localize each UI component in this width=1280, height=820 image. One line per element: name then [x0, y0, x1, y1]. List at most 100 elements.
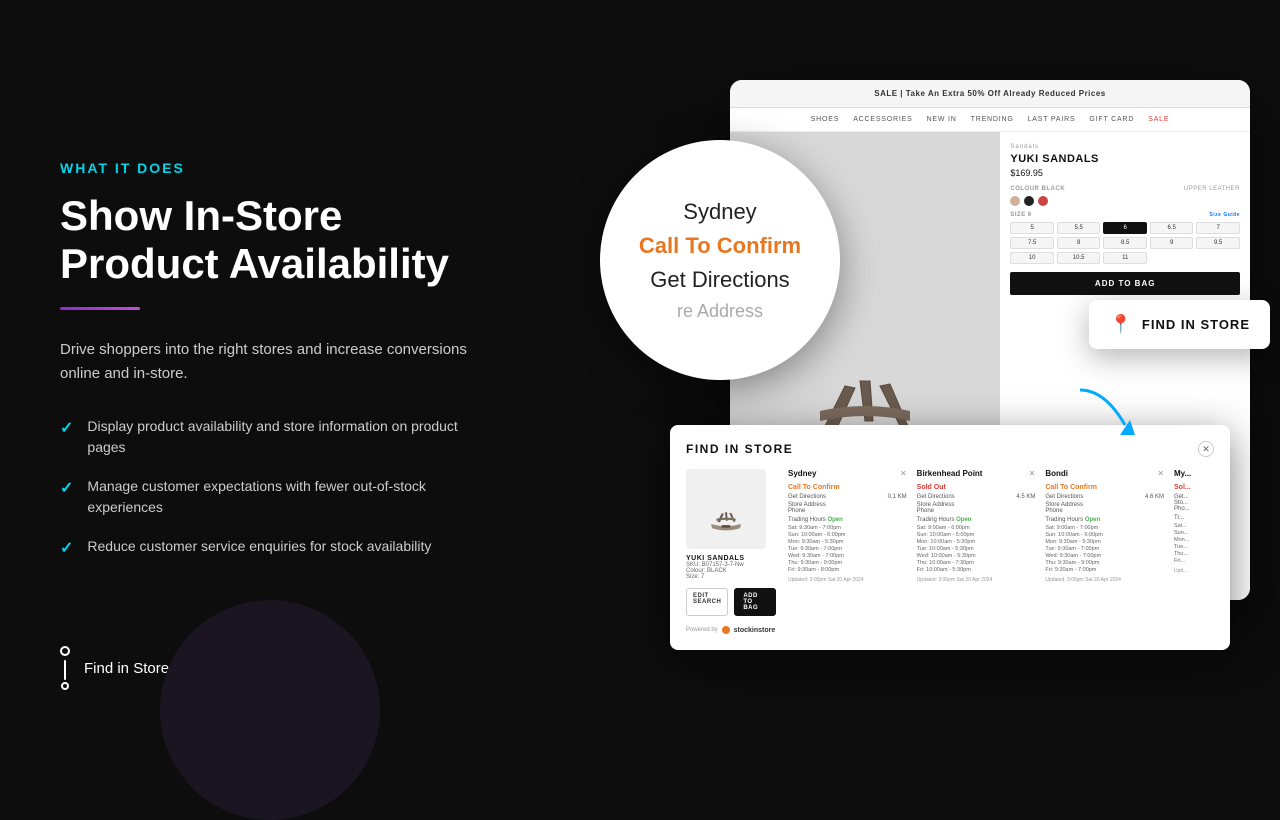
size-10[interactable]: 10 [1010, 252, 1054, 264]
store-hours-label: Trading Hours Open [1045, 517, 1164, 523]
store-header: Birkenhead Point ✕ [917, 469, 1036, 478]
store-remove-icon[interactable]: ✕ [1029, 469, 1036, 478]
store-directions-row: Get Directions 4.6 KM [1045, 494, 1164, 500]
store-hours-mon: Mon: 10:00am - 5:30pm [917, 539, 1036, 545]
find-in-store-card[interactable]: 📍 FIND IN STORE [1089, 300, 1270, 349]
color-dot-nude [1010, 196, 1020, 206]
nav-last-pairs: LAST PAIRS [1028, 116, 1076, 123]
brand-breadcrumb: Sandals [1010, 144, 1240, 150]
store-hours-label: Trading Hours Open [788, 517, 907, 523]
store-status: Sold Out [917, 484, 1036, 491]
left-panel: WHAT IT DOES Show In-Store Product Avail… [60, 160, 480, 579]
edit-search-button[interactable]: EDIT SEARCH [686, 588, 728, 616]
colour-row: COLOUR BLACK UPPER LEATHER [1010, 186, 1240, 192]
nav-new-in: NEW IN [927, 116, 957, 123]
add-to-bag-button[interactable]: ADD TO BAG [1010, 272, 1240, 295]
product-title: YUKI SANDALS [1010, 153, 1240, 165]
size-11[interactable]: 11 [1103, 252, 1147, 264]
store-open-status: Open [827, 517, 842, 523]
store-phone-label: Phone [788, 508, 907, 514]
store-phone-label: Phone [1045, 508, 1164, 514]
mockup-topbar: SALE | Take An Extra 50% Off Already Red… [730, 80, 1250, 108]
modal-product-size: Size: 7 [686, 574, 776, 580]
store-directions-link[interactable]: Get Directions [1045, 494, 1083, 500]
size-7-5[interactable]: 7.5 [1010, 237, 1054, 249]
store-hours-fri: Fri: 9:30am - 7:00pm [1045, 567, 1164, 573]
mockup-nav: SHOES ACCESSORIES NEW IN TRENDING LAST P… [730, 108, 1250, 132]
modal-close-button[interactable]: ✕ [1198, 441, 1214, 457]
store-hours-sun: Sun: 10:00am - 6:00pm [788, 532, 907, 538]
store-distance: 4.5 KM [1016, 494, 1035, 500]
modal-stores-row: YUKI SANDALS SKU: B07157-3-7-Nw Colour: … [686, 469, 1214, 616]
store-phone-label: Phone [917, 508, 1036, 514]
popup-directions: Get Directions [650, 267, 789, 293]
nav-shoes: SHOES [811, 116, 840, 123]
store-col-bondi: Bondi ✕ Call To Confirm Get Directions 4… [1045, 469, 1164, 616]
store-hours-mon: Mon: 9:30am - 5:30pm [788, 539, 907, 545]
decorative-line [60, 307, 140, 310]
store-hours-sat: Sat: 9:00am - 7:00pm [1045, 525, 1164, 531]
store-status: Call To Confirm [1045, 484, 1164, 491]
heading-line2: Product Availability [60, 240, 449, 287]
nav-sale: SALE [1148, 116, 1169, 123]
store-status: Call To Confirm [788, 484, 907, 491]
modal-add-to-bag-button[interactable]: ADD TO BAG [734, 588, 776, 616]
list-item: ✓ Reduce customer service enquiries for … [60, 536, 480, 561]
modal-action-buttons: EDIT SEARCH ADD TO BAG [686, 588, 776, 616]
store-hours-thu: Thu: 9:30am - 9:00pm [1045, 560, 1164, 566]
checklist-item-text: Display product availability and store i… [87, 416, 480, 458]
feature-checklist: ✓ Display product availability and store… [60, 416, 480, 561]
size-6[interactable]: 6 [1103, 222, 1147, 234]
size-6-5[interactable]: 6.5 [1150, 222, 1194, 234]
pin-bottom-dot [61, 682, 69, 690]
store-directions-row: Get Directions 0.1 KM [788, 494, 907, 500]
color-dot-black [1024, 196, 1034, 206]
popup-city: Sydney [683, 199, 756, 225]
size-9-5[interactable]: 9.5 [1196, 237, 1240, 249]
color-dots [1010, 196, 1240, 206]
modal-product-name: YUKI SANDALS [686, 555, 776, 562]
check-icon: ✓ [60, 417, 73, 441]
store-directions-link[interactable]: Get Directions [917, 494, 955, 500]
store-hours: Tr... [1174, 515, 1214, 521]
store-hours-thu: Thu: 9:30am - 9:00pm [788, 560, 907, 566]
store-hours-wed: Wed: 9:30am - 7:00pm [1045, 553, 1164, 559]
modal-footer: Powered by stockinstore [686, 626, 1214, 634]
store-updated-text: Updated: 3:00pm Sat 20 Apr 2024 [1045, 577, 1164, 583]
size-8-5[interactable]: 8.5 [1103, 237, 1147, 249]
store-hours-tue: Tue: 9:30am - 7:00pm [788, 546, 907, 552]
list-item: ✓ Manage customer expectations with fewe… [60, 476, 480, 518]
check-icon: ✓ [60, 537, 73, 561]
store-columns-list: Sydney ✕ Call To Confirm Get Directions … [788, 469, 1214, 616]
checklist-item-text: Manage customer expectations with fewer … [87, 476, 480, 518]
find-in-store-text: FIND IN STORE [1142, 317, 1250, 332]
popup-circle-overlay: Sydney Call To Confirm Get Directions re… [600, 140, 840, 380]
store-distance: 0.1 KM [888, 494, 907, 500]
size-5-5[interactable]: 5.5 [1057, 222, 1101, 234]
store-updated-text: Updated: 3:00pm Sat 20 Apr 2024 [917, 577, 1036, 583]
store-hours-thu: Thu: 10:00am - 7:30pm [917, 560, 1036, 566]
store-directions-link[interactable]: Get Directions [788, 494, 826, 500]
store-name: Birkenhead Point [917, 469, 983, 478]
store-remove-icon[interactable]: ✕ [1157, 469, 1164, 478]
main-heading: Show In-Store Product Availability [60, 192, 480, 289]
store-hours-fri: Fri: 9:30am - 8:00pm [788, 567, 907, 573]
stockinstore-logo: stockinstore [722, 626, 776, 634]
size-5[interactable]: 5 [1010, 222, 1054, 234]
size-7[interactable]: 7 [1196, 222, 1240, 234]
store-remove-icon[interactable]: ✕ [900, 469, 907, 478]
list-item: ✓ Display product availability and store… [60, 416, 480, 458]
size-10-5[interactable]: 10.5 [1057, 252, 1101, 264]
color-dot-red [1038, 196, 1048, 206]
find-in-store-modal: FIND IN STORE ✕ YUKI SANDALS SKU: B0 [670, 425, 1230, 650]
size-9[interactable]: 9 [1150, 237, 1194, 249]
store-updated-text: Updated: 3:00pm Sat 20 Apr 2024 [788, 577, 907, 583]
store-distance: 4.6 KM [1145, 494, 1164, 500]
right-panel: SALE | Take An Extra 50% Off Already Red… [660, 60, 1260, 660]
check-icon: ✓ [60, 477, 73, 501]
store-header: Bondi ✕ [1045, 469, 1164, 478]
upper-label: UPPER LEATHER [1184, 186, 1240, 192]
powered-by-text: Powered by [686, 627, 718, 633]
nav-accessories: ACCESSORIES [853, 116, 912, 123]
size-8[interactable]: 8 [1057, 237, 1101, 249]
